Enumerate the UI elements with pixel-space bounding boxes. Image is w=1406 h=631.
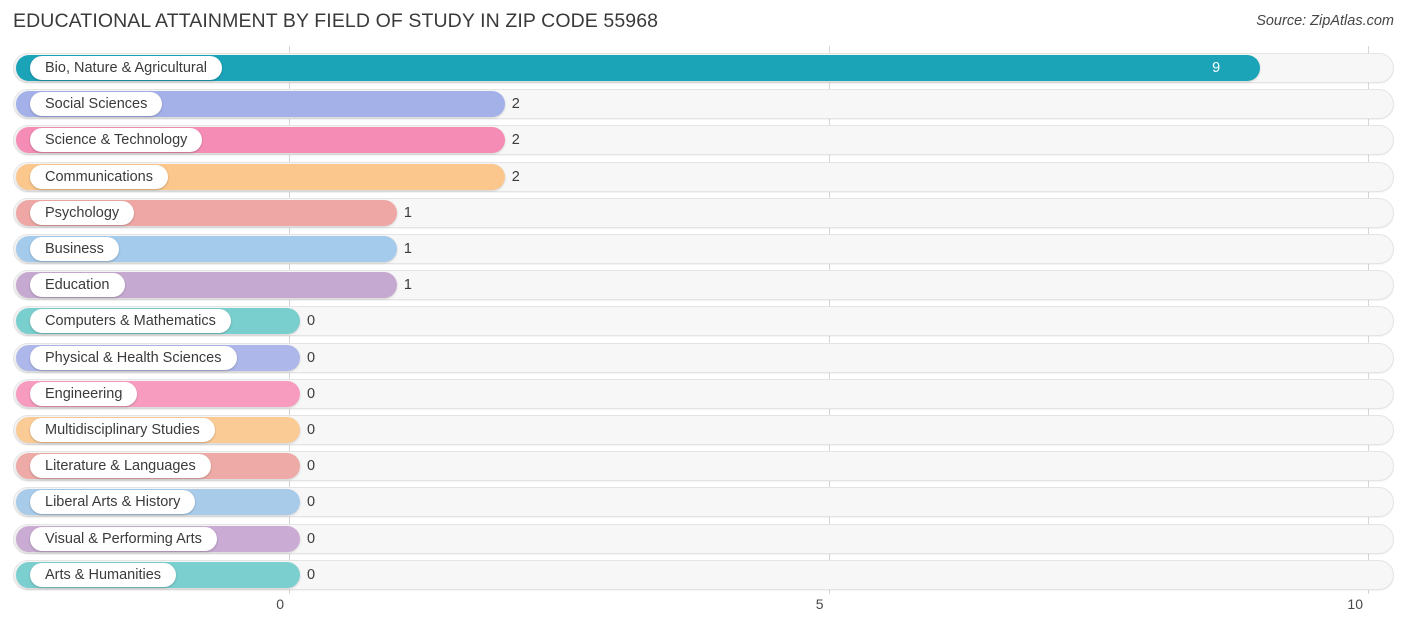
page-title: EDUCATIONAL ATTAINMENT BY FIELD OF STUDY… [13, 10, 659, 32]
bar-row: Education 1 [13, 270, 1394, 301]
category-label: Psychology [45, 204, 120, 221]
value-label: 2 [511, 168, 520, 185]
bar-row: Communications 2 [13, 161, 1394, 192]
category-label-pill: Arts & Humanities [30, 562, 177, 587]
category-label: Communications [45, 168, 153, 185]
category-label: Social Sciences [45, 96, 148, 113]
category-label-pill: Social Sciences [30, 92, 163, 117]
value-label: 1 [403, 241, 412, 257]
category-label-pill: Engineering [30, 381, 138, 406]
value-label: 1 [403, 204, 412, 221]
value-label: 0 [307, 313, 316, 330]
bar-row: Bio, Nature & Agricultural 9 [13, 53, 1394, 83]
category-label: Engineering [45, 385, 123, 402]
category-label: Education [45, 277, 110, 294]
category-label-pill: Physical & Health Sciences [30, 345, 237, 370]
category-label-pill: Literature & Languages [30, 454, 211, 479]
x-axis-tick-label: 10 [1347, 596, 1363, 612]
category-label: Physical & Health Sciences [45, 349, 222, 366]
bar-row: Physical & Health Sciences 0 [13, 342, 1394, 373]
category-label: Multidisciplinary Studies [45, 422, 200, 438]
bar-row: Science & Technology 2 [13, 125, 1394, 156]
category-label: Visual & Performing Arts [45, 530, 202, 547]
category-label: Liberal Arts & History [45, 494, 181, 511]
value-label: 2 [511, 96, 520, 113]
bar-row: Social Sciences 2 [13, 89, 1394, 120]
value-label: 2 [511, 132, 520, 149]
bar-rows: Bio, Nature & Agricultural 9 Social Scienc… [0, 46, 1406, 594]
category-label: Literature & Languages [45, 458, 196, 475]
chart-header: EDUCATIONAL ATTAINMENT BY FIELD OF STUDY… [0, 0, 1406, 44]
category-label-pill: Business [30, 237, 119, 261]
category-label-pill: Science & Technology [30, 128, 203, 153]
category-label-pill: Visual & Performing Arts [30, 526, 217, 551]
category-label: Business [45, 241, 104, 257]
category-label-pill: Liberal Arts & History [30, 490, 196, 515]
x-axis-tick-label: 5 [815, 596, 824, 612]
value-label: 0 [307, 385, 316, 402]
bar-row: Business 1 [13, 234, 1394, 264]
x-axis-tick-label: 0 [276, 596, 284, 612]
value-label: 0 [307, 458, 316, 475]
bar-row: Arts & Humanities 0 [13, 559, 1394, 590]
chart-page: EDUCATIONAL ATTAINMENT BY FIELD OF STUDY… [0, 0, 1406, 631]
category-label-pill: Multidisciplinary Studies [30, 418, 215, 442]
category-label-pill: Communications [30, 164, 168, 189]
category-label: Arts & Humanities [45, 566, 162, 583]
bar-row: Multidisciplinary Studies 0 [13, 415, 1394, 445]
value-label: 0 [307, 530, 316, 547]
plot-area: Bio, Nature & Agricultural 9 Social Scienc… [0, 46, 1406, 594]
category-label: Science & Technology [45, 132, 188, 149]
bar-row: Literature & Languages 0 [13, 451, 1394, 482]
x-axis: 0 5 10 [0, 594, 1406, 631]
bar-row: Liberal Arts & History 0 [13, 487, 1394, 518]
value-label: 0 [307, 494, 316, 511]
value-label: 9 [1212, 60, 1221, 76]
value-label: 0 [307, 422, 316, 438]
category-label-pill: Bio, Nature & Agricultural [30, 56, 222, 80]
value-label: 0 [307, 566, 316, 583]
source-attribution: Source: ZipAtlas.com [1256, 13, 1394, 29]
category-label-pill: Computers & Mathematics [30, 309, 231, 334]
bar-row: Visual & Performing Arts 0 [13, 523, 1394, 554]
bar-row: Psychology 1 [13, 197, 1394, 228]
value-label: 0 [307, 349, 316, 366]
bar-row: Computers & Mathematics 0 [13, 306, 1394, 337]
bar-row: Engineering 0 [13, 378, 1394, 409]
category-label: Computers & Mathematics [45, 313, 216, 330]
category-label: Bio, Nature & Agricultural [45, 60, 207, 76]
category-label-pill: Psychology [30, 200, 135, 225]
value-label: 1 [403, 277, 412, 294]
category-label-pill: Education [30, 273, 125, 298]
